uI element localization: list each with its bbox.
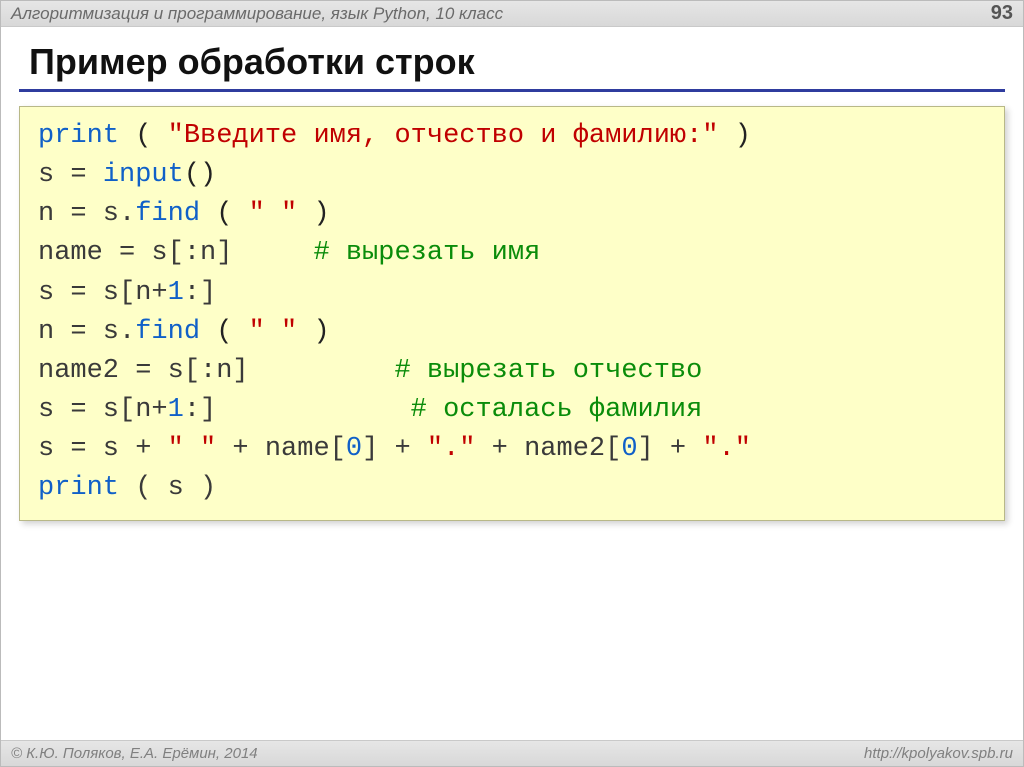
page-title: Пример обработки строк — [1, 27, 1023, 89]
code-text: n = s. — [38, 199, 135, 229]
top-bar: Алгоритмизация и программирование, язык … — [1, 1, 1023, 27]
string-literal: "." — [702, 434, 751, 464]
code-text: n = s. — [38, 317, 135, 347]
punct: ) — [297, 199, 329, 229]
punct: ( — [200, 199, 249, 229]
number-literal: 0 — [346, 434, 362, 464]
string-literal: " " — [249, 317, 298, 347]
code-text: s = s[n+ — [38, 395, 168, 425]
code-text: + name2[ — [475, 434, 621, 464]
code-text: :] — [184, 278, 216, 308]
punct: ( — [200, 317, 249, 347]
keyword-find: find — [135, 317, 200, 347]
code-text: name2 = s[:n] — [38, 356, 394, 386]
punct: ) — [719, 121, 751, 151]
keyword-print: print — [38, 121, 119, 151]
code-text: s = s[n+ — [38, 278, 168, 308]
comment: # вырезать имя — [313, 238, 540, 268]
breadcrumb: Алгоритмизация и программирование, язык … — [11, 4, 503, 24]
punct: () — [184, 160, 216, 190]
bottom-bar: © К.Ю. Поляков, Е.А. Ерёмин, 2014 http:/… — [1, 740, 1023, 766]
string-literal: " " — [168, 434, 217, 464]
number-literal: 1 — [168, 278, 184, 308]
slide: Алгоритмизация и программирование, язык … — [0, 0, 1024, 767]
page-number: 93 — [991, 2, 1013, 25]
keyword-find: find — [135, 199, 200, 229]
number-literal: 0 — [621, 434, 637, 464]
code-text: + name[ — [216, 434, 346, 464]
keyword-print: print — [38, 473, 119, 503]
code-text: s = — [38, 160, 103, 190]
code-text: s = s + — [38, 434, 168, 464]
number-literal: 1 — [168, 395, 184, 425]
keyword-input: input — [103, 160, 184, 190]
punct: ) — [297, 317, 329, 347]
title-rule — [19, 89, 1005, 92]
string-literal: "Введите имя, отчество и фамилию:" — [168, 121, 719, 151]
string-literal: " " — [249, 199, 298, 229]
code-block: print ( "Введите имя, отчество и фамилию… — [19, 106, 1005, 521]
comment: # вырезать отчество — [394, 356, 702, 386]
code-text: name = s[:n] — [38, 238, 313, 268]
code-text: ( s ) — [119, 473, 216, 503]
code-text: :] — [184, 395, 411, 425]
punct: ( — [119, 121, 168, 151]
comment: # осталась фамилия — [411, 395, 703, 425]
string-literal: "." — [427, 434, 476, 464]
copyright: © К.Ю. Поляков, Е.А. Ерёмин, 2014 — [11, 745, 258, 762]
code-text: ] + — [362, 434, 427, 464]
footer-url: http://kpolyakov.spb.ru — [864, 745, 1013, 762]
code-text: ] + — [638, 434, 703, 464]
